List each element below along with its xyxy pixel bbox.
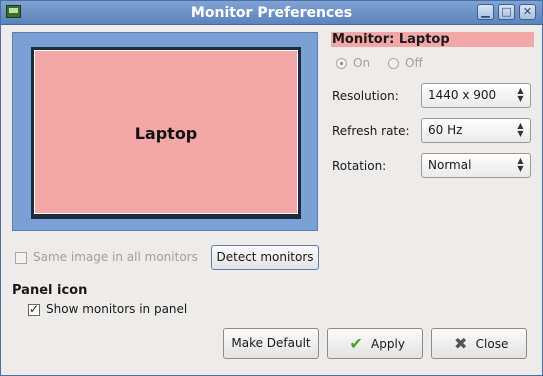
refresh-rate-select[interactable]: 60 Hz ▲ ▼ <box>421 118 531 143</box>
monitor-label: Laptop <box>134 124 198 143</box>
radio-on-icon <box>336 58 347 69</box>
updown-chevron-icon: ▲ ▼ <box>517 121 524 138</box>
apply-button[interactable]: ✔ Apply <box>327 328 423 359</box>
maximize-button[interactable]: □ <box>498 4 515 20</box>
updown-chevron-icon: ▲ ▼ <box>517 86 524 103</box>
make-default-button[interactable]: Make Default <box>223 328 319 359</box>
refresh-rate-label: Refresh rate: <box>332 124 410 138</box>
power-on-radio[interactable]: On <box>336 56 370 70</box>
resolution-value: 1440 x 900 <box>428 88 497 102</box>
window-title: Monitor Preferences <box>190 5 353 21</box>
checkbox-checked-icon <box>28 302 40 316</box>
rotation-value: Normal <box>428 158 472 172</box>
same-image-label: Same image in all monitors <box>33 250 198 264</box>
checkbox-unchecked-icon <box>15 251 27 264</box>
close-icon: ✕ <box>522 5 533 18</box>
radio-off-icon <box>388 58 399 69</box>
maximize-icon: □ <box>501 5 512 18</box>
monitor-preferences-window: Monitor Preferences ▁ □ ✕ Laptop Monitor… <box>0 0 543 376</box>
monitor-laptop[interactable]: Laptop <box>31 47 301 219</box>
rotation-select[interactable]: Normal ▲ ▼ <box>421 153 531 178</box>
power-on-label: On <box>353 56 371 70</box>
resolution-select[interactable]: 1440 x 900 ▲ ▼ <box>421 83 531 108</box>
selected-monitor-name: Monitor: Laptop <box>331 32 534 47</box>
title-bar[interactable]: Monitor Preferences ▁ □ ✕ <box>1 1 542 25</box>
close-label: Close <box>475 337 509 351</box>
panel-icon-heading: Panel icon <box>12 283 88 298</box>
show-monitors-label: Show monitors in panel <box>46 302 188 316</box>
monitor-preview-area: Laptop <box>12 32 318 231</box>
apply-label: Apply <box>371 337 405 351</box>
resolution-label: Resolution: <box>332 89 399 103</box>
show-monitors-in-panel-checkbox[interactable]: Show monitors in panel <box>28 302 187 316</box>
updown-chevron-icon: ▲ ▼ <box>517 156 524 173</box>
power-off-radio[interactable]: Off <box>388 56 423 70</box>
close-x-icon: ✖ <box>453 334 468 353</box>
close-button[interactable]: ✖ Close <box>431 328 527 359</box>
minimize-button[interactable]: ▁ <box>477 4 494 20</box>
detect-monitors-button[interactable]: Detect monitors <box>211 245 319 270</box>
power-off-label: Off <box>405 56 423 70</box>
refresh-rate-value: 60 Hz <box>428 123 463 137</box>
minimize-icon: ▁ <box>481 5 490 18</box>
close-window-button[interactable]: ✕ <box>519 4 536 20</box>
checkmark-icon: ✔ <box>349 334 363 353</box>
same-image-checkbox[interactable]: Same image in all monitors <box>15 250 198 264</box>
rotation-label: Rotation: <box>332 159 387 173</box>
make-default-label: Make Default <box>231 336 311 350</box>
